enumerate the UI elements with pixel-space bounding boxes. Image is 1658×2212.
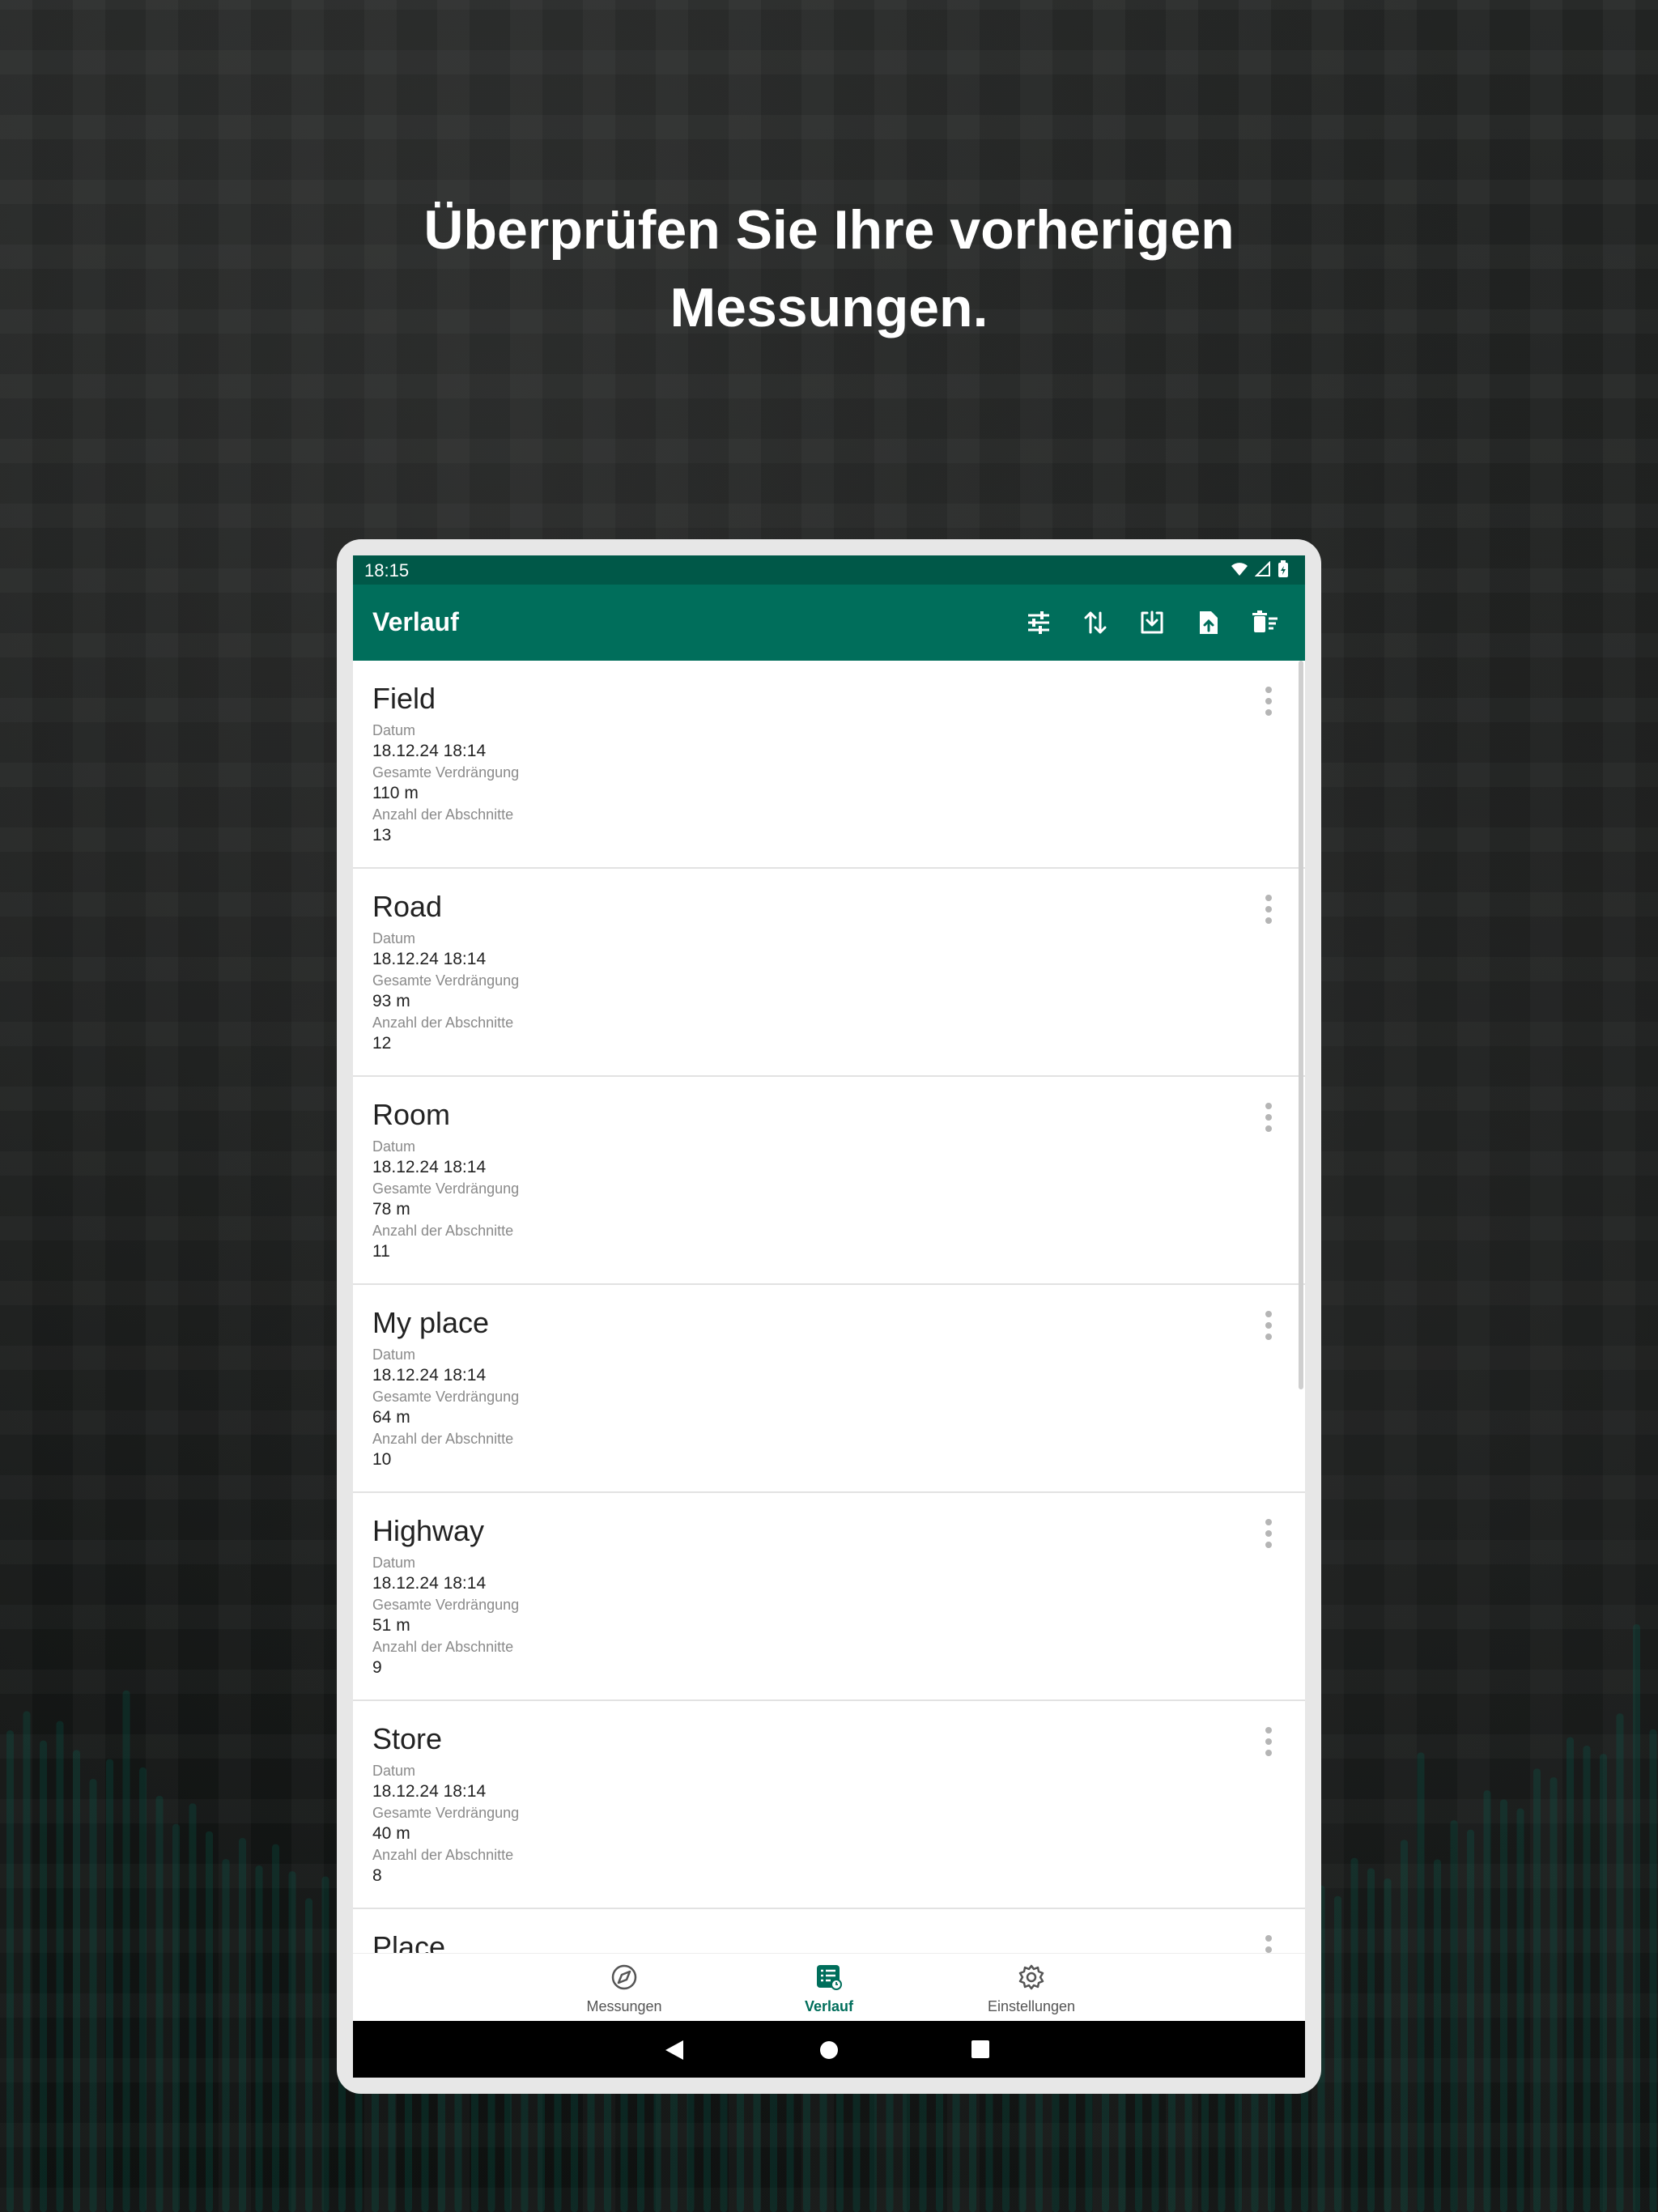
list-item[interactable]: My place Datum 18.12.24 18:14 Gesamte Ve…	[353, 1285, 1305, 1493]
segments-value: 13	[372, 826, 392, 844]
list-item[interactable]: Field Datum 18.12.24 18:14 Gesamte Verdr…	[353, 661, 1305, 869]
more-options-icon[interactable]	[1263, 1933, 1274, 1953]
total-label: Gesamte Verdrängung	[372, 764, 520, 781]
total-label: Gesamte Verdrängung	[372, 1597, 520, 1613]
nav-label: Verlauf	[804, 1998, 854, 2014]
date-label: Datum	[372, 1763, 416, 1779]
total-value: 64 m	[372, 1408, 410, 1427]
date-label: Datum	[372, 1138, 416, 1155]
filter-icon	[1028, 611, 1049, 634]
sort-icon	[1084, 611, 1107, 634]
status-bar: 18:15	[353, 555, 1305, 585]
nav-item-verlauf[interactable]: Verlauf	[740, 1963, 918, 2015]
segments-value: 10	[372, 1450, 392, 1469]
nav-item-messungen[interactable]: Messungen	[535, 1963, 713, 2015]
battery-icon	[1278, 560, 1288, 577]
compass-icon	[611, 1964, 637, 1990]
more-options-icon[interactable]	[1263, 1517, 1274, 1550]
home-icon[interactable]	[818, 2040, 840, 2061]
segments-value: 9	[372, 1658, 382, 1677]
list-item[interactable]: Room Datum 18.12.24 18:14 Gesamte Verdrä…	[353, 1077, 1305, 1285]
nav-item-einstellungen[interactable]: Einstellungen	[942, 1963, 1120, 2015]
headline-line-2: Messungen.	[670, 277, 988, 338]
history-list-icon	[817, 1965, 842, 1990]
segments-value: 12	[372, 1034, 392, 1053]
measurement-list[interactable]: Field Datum 18.12.24 18:14 Gesamte Verdr…	[353, 661, 1305, 1953]
measurement-name: Highway	[372, 1514, 485, 1547]
date-value: 18.12.24 18:14	[372, 1366, 487, 1385]
segments-label: Anzahl der Abschnitte	[372, 1639, 514, 1655]
date-label: Datum	[372, 722, 416, 738]
total-value: 40 m	[372, 1824, 410, 1843]
more-options-icon[interactable]	[1263, 893, 1274, 925]
sort-button[interactable]	[1067, 604, 1124, 641]
delete-all-icon	[1252, 610, 1278, 632]
segments-label: Anzahl der Abschnitte	[372, 1223, 514, 1239]
wifi-icon	[1231, 563, 1248, 576]
app-bar: Verlauf	[353, 585, 1305, 661]
list-scrollbar[interactable]	[1299, 661, 1303, 1389]
date-value: 18.12.24 18:14	[372, 742, 487, 760]
segments-label: Anzahl der Abschnitte	[372, 1015, 514, 1031]
segments-label: Anzahl der Abschnitte	[372, 1431, 514, 1447]
more-options-icon[interactable]	[1263, 1101, 1274, 1134]
date-value: 18.12.24 18:14	[372, 950, 487, 968]
bottom-navigation: Messungen Verlauf Einstellungen	[353, 1953, 1305, 2022]
import-button[interactable]	[1124, 604, 1180, 641]
date-label: Datum	[372, 930, 416, 946]
segments-label: Anzahl der Abschnitte	[372, 1847, 514, 1863]
date-value: 18.12.24 18:14	[372, 1574, 487, 1593]
date-label: Datum	[372, 1346, 416, 1363]
list-item[interactable]: Place	[353, 1909, 1305, 1953]
measurement-name: Room	[372, 1098, 451, 1131]
measurement-name: My place	[372, 1306, 490, 1339]
date-label: Datum	[372, 1555, 416, 1571]
date-value: 18.12.24 18:14	[372, 1782, 487, 1801]
download-icon	[1141, 610, 1163, 634]
segments-value: 11	[372, 1242, 390, 1261]
total-value: 51 m	[372, 1616, 410, 1635]
device-screen: 18:15 Verlauf Field Datum 18.12.24 18:14…	[353, 555, 1305, 2078]
headline: Überprüfen Sie Ihre vorherigen Messungen…	[0, 191, 1658, 347]
measurement-name: Place	[372, 1930, 446, 1953]
back-icon[interactable]	[664, 2039, 685, 2061]
gear-icon	[1018, 1964, 1044, 1990]
list-item[interactable]: Store Datum 18.12.24 18:14 Gesamte Verdr…	[353, 1701, 1305, 1909]
date-value: 18.12.24 18:14	[372, 1158, 487, 1176]
signal-icon	[1255, 561, 1270, 576]
list-item[interactable]: Highway Datum 18.12.24 18:14 Gesamte Ver…	[353, 1493, 1305, 1701]
measurement-name: Road	[372, 890, 443, 923]
nav-label: Einstellungen	[987, 1998, 1076, 2014]
export-file-icon	[1200, 611, 1218, 634]
more-options-icon[interactable]	[1263, 1309, 1274, 1342]
headline-line-1: Überprüfen Sie Ihre vorherigen	[423, 199, 1235, 261]
status-time: 18:15	[364, 560, 410, 581]
delete-all-button[interactable]	[1237, 604, 1294, 641]
more-options-icon[interactable]	[1263, 1725, 1274, 1758]
total-value: 78 m	[372, 1200, 410, 1219]
total-label: Gesamte Verdrängung	[372, 1805, 520, 1821]
total-label: Gesamte Verdrängung	[372, 1180, 520, 1197]
total-label: Gesamte Verdrängung	[372, 972, 520, 989]
total-value: 110 m	[372, 784, 419, 802]
tablet-frame: 18:15 Verlauf Field Datum 18.12.24 18:14…	[337, 539, 1321, 2094]
segments-label: Anzahl der Abschnitte	[372, 806, 514, 823]
measurement-name: Store	[372, 1722, 443, 1755]
total-label: Gesamte Verdrängung	[372, 1389, 520, 1405]
segments-value: 8	[372, 1866, 382, 1885]
measurement-name: Field	[372, 682, 436, 715]
list-item[interactable]: Road Datum 18.12.24 18:14 Gesamte Verdrä…	[353, 869, 1305, 1077]
system-navigation-bar	[353, 2021, 1305, 2078]
filter-button[interactable]	[1010, 604, 1067, 641]
export-button[interactable]	[1180, 604, 1237, 641]
total-value: 93 m	[372, 992, 410, 1010]
nav-label: Messungen	[586, 1998, 662, 2014]
app-bar-title: Verlauf	[372, 607, 459, 636]
recents-icon[interactable]	[971, 2040, 990, 2059]
more-options-icon[interactable]	[1263, 685, 1274, 717]
